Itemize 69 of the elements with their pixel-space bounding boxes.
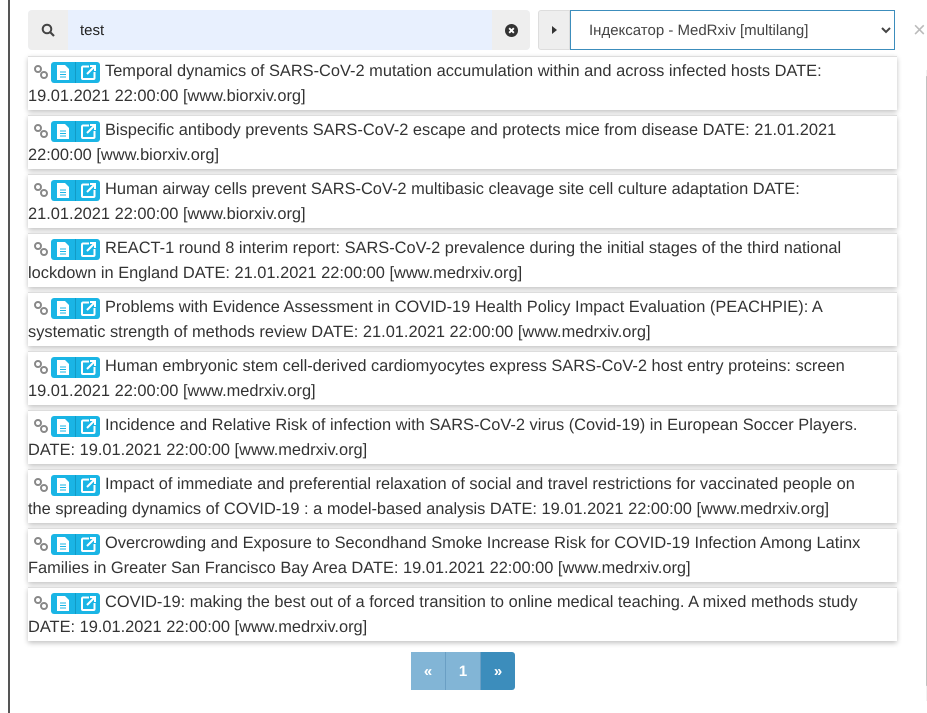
- search-bar[interactable]: test: [28, 10, 530, 50]
- scrollbar-thumb[interactable]: [926, 76, 927, 686]
- document-icon: [57, 596, 69, 610]
- external-link-button[interactable]: [76, 592, 100, 614]
- external-link-icon: [80, 536, 96, 552]
- document-icon: [57, 300, 69, 316]
- external-link-icon: [80, 596, 96, 610]
- result-text: Problems with Evidence Assessment in COVID-19 Health Policy Impact Evaluation (PEACHPIE): A systematic strength of methods review DATE: 21.01.2021 22:00:00 [www.medrxiv.org]: [28, 296, 824, 342]
- external-link-icon: [80, 242, 96, 256]
- external-link-button[interactable]: [76, 416, 100, 436]
- external-link-icon: [80, 64, 96, 80]
- external-link-button[interactable]: [76, 238, 100, 260]
- external-link-icon: [80, 182, 96, 198]
- link-icon[interactable]: [34, 242, 48, 256]
- page-button[interactable]: »: [481, 652, 515, 690]
- document-icon: [57, 124, 69, 138]
- indexer-select[interactable]: Індексатор - MedRxiv [multilang]: [570, 10, 895, 50]
- toggle-button[interactable]: [538, 10, 570, 50]
- external-link-button[interactable]: [76, 356, 100, 378]
- result-text: Temporal dynamics of SARS-CoV-2 mutation accumulation within and across infected hosts DATE: 19.01.2021 22:00:00 [www.biorxiv.org]: [28, 60, 823, 106]
- document-icon: [57, 536, 69, 552]
- external-link-icon: [80, 478, 96, 492]
- document-button[interactable]: [51, 238, 76, 260]
- link-icon[interactable]: [34, 183, 48, 197]
- document-button[interactable]: [51, 298, 76, 318]
- result-text: COVID-19: making the best out of a forced transition to online medical teaching. A mixed methods study DATE: 19.01.2021 22:00:00 [www.medrxiv.org]: [28, 592, 859, 638]
- clear-icon[interactable]: [504, 24, 518, 36]
- external-link-button[interactable]: [76, 534, 100, 554]
- link-icon[interactable]: [34, 124, 48, 138]
- external-link-button[interactable]: [76, 120, 100, 142]
- document-button[interactable]: [51, 356, 76, 378]
- link-icon[interactable]: [34, 301, 48, 315]
- external-link-button[interactable]: [76, 474, 100, 496]
- search-icon: [41, 23, 55, 37]
- link-icon[interactable]: [34, 537, 48, 551]
- result-text: Incidence and Relative Risk of infection with SARS-CoV-2 virus (Covid-19) in European Soccer Players. DATE: 19.01.2021 22:00:00 [www.medrxiv.org]: [28, 414, 858, 460]
- external-link-icon: [80, 360, 96, 374]
- document-button[interactable]: [51, 416, 76, 436]
- external-link-button[interactable]: [76, 180, 100, 200]
- document-button[interactable]: [51, 592, 76, 614]
- document-button[interactable]: [51, 120, 76, 142]
- document-icon: [57, 418, 69, 434]
- document-icon: [57, 64, 69, 80]
- external-link-icon: [80, 124, 96, 138]
- document-button[interactable]: [51, 180, 76, 200]
- link-icon[interactable]: [34, 360, 48, 374]
- result-text: Bispecific antibody prevents SARS-CoV-2 escape and protects mice from disease DATE: 21.01.2021 22:00:00 [www.biorxiv.org]: [28, 120, 838, 166]
- result-text: Impact of immediate and preferential relaxation of social and travel restrictions for vaccinated people on the spreading dynamics of COVID-19 : a model-based analysis DATE: 19.01.2021 22:00:00 [www.medrxiv.org]: [28, 474, 856, 520]
- caret-icon: [552, 26, 556, 34]
- document-icon: [57, 242, 69, 256]
- result-text: REACT-1 round 8 interim report: SARS-CoV-2 prevalence during the initial stages of the third national lockdown in England DATE: 21.01.2021 22:00:00 [www.medrxiv.org]: [28, 238, 842, 284]
- external-link-button[interactable]: [76, 62, 100, 82]
- link-icon[interactable]: [34, 596, 48, 610]
- document-icon: [57, 360, 69, 374]
- close-button[interactable]: ×: [913, 17, 926, 43]
- link-icon[interactable]: [34, 65, 48, 79]
- result-text: Human airway cells prevent SARS-CoV-2 multibasic cleavage site cell culture adaptation DATE: 21.01.2021 22:00:00 [www.biorxiv.org]: [28, 178, 801, 224]
- link-icon[interactable]: [34, 419, 48, 433]
- external-link-icon: [80, 418, 96, 434]
- document-button[interactable]: [51, 474, 76, 496]
- document-icon: [57, 182, 69, 198]
- document-icon: [57, 478, 69, 492]
- document-button[interactable]: [51, 62, 76, 82]
- result-text: Human embryonic stem cell-derived cardiomyocytes express SARS-CoV-2 host entry proteins: screen 19.01.2021 22:00:00 [www.medrxiv.org]: [28, 356, 846, 402]
- result-text: Overcrowding and Exposure to Secondhand Smoke Increase Risk for COVID-19 Infection Among Latinx Families in Greater San Francisco Bay Area DATE: 19.01.2021 22:00:00 [www.medrxiv.org]: [28, 532, 862, 578]
- external-link-icon: [80, 300, 96, 316]
- external-link-button[interactable]: [76, 298, 100, 318]
- document-button[interactable]: [51, 534, 76, 554]
- link-icon[interactable]: [34, 478, 48, 492]
